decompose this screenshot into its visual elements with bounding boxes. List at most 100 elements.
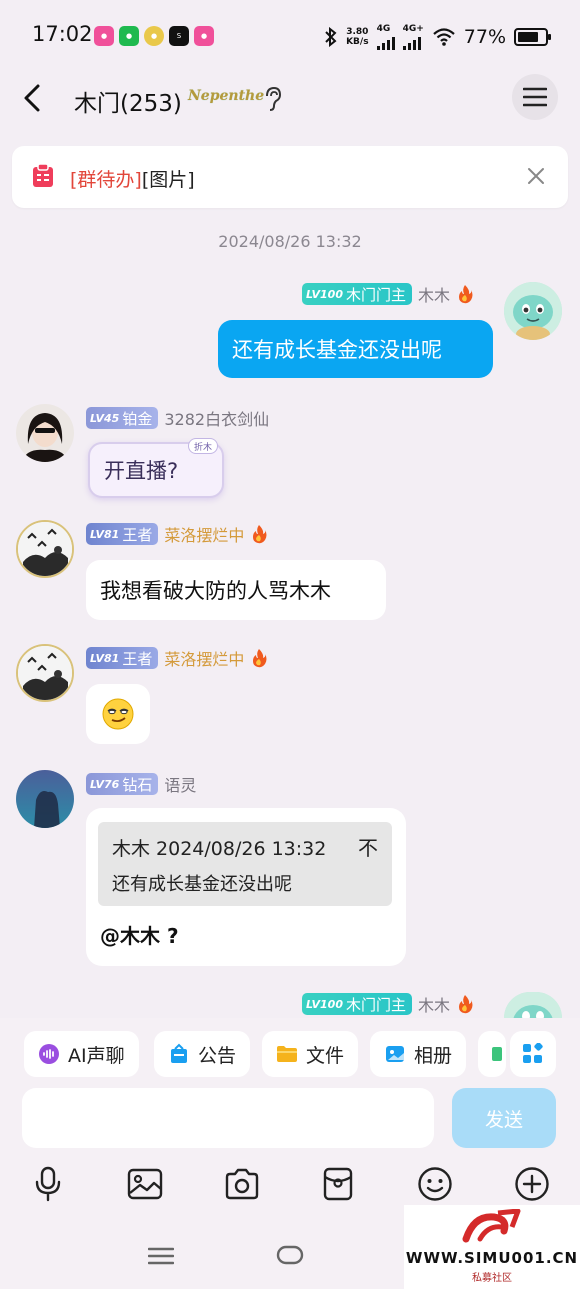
level-badge: LV100 木门门主 (302, 283, 412, 305)
sender-row: LV100 木门门主 木木 (302, 992, 474, 1016)
signal-2: 4G+ (402, 24, 424, 50)
menu-button[interactable] (512, 74, 558, 120)
level-badge: LV81 王者 (86, 523, 159, 545)
shortcut-icon (492, 1047, 502, 1061)
wifi-icon (433, 28, 455, 46)
shortcut-label: 相册 (414, 1044, 453, 1067)
red-packet-button[interactable] (318, 1164, 358, 1204)
sender-row: LV81 王者 菜洛摆烂中 (86, 646, 268, 670)
camera-button[interactable] (222, 1164, 262, 1204)
ear-icon[interactable] (263, 86, 283, 112)
fire-icon (253, 525, 267, 544)
app-notification-icon: ● (144, 26, 164, 46)
sender-name: 菜洛摆烂中 (164, 526, 245, 545)
sender-name: 菜洛摆烂中 (164, 650, 245, 669)
soul-icon: S (169, 26, 189, 46)
quote-reply-bubble[interactable]: 木木 2024/08/26 13:32 不 还有成长基金还没出呢 @木木 ? (86, 808, 406, 966)
nav-menu-icon (147, 1247, 175, 1265)
plus-button[interactable] (512, 1164, 552, 1204)
wechat-icon: ● (119, 26, 139, 46)
more-apps-button[interactable] (510, 1031, 556, 1077)
nav-menu-button[interactable] (147, 1247, 175, 1265)
todo-content: [图片] (141, 169, 195, 191)
battery-percent: 77% (463, 26, 506, 48)
avatar[interactable] (16, 644, 74, 702)
sender-row: LV100 木门门主 木木 (302, 282, 474, 306)
level-badge: LV100 木门门主 (302, 993, 412, 1015)
status-indicators: 3.80 KB/s 4G 4G+ 77% (324, 24, 551, 50)
shortcut-partial[interactable] (478, 1031, 506, 1077)
voice-button[interactable] (28, 1164, 68, 1204)
sender-name: 木木 (418, 996, 451, 1015)
sender-name: 语灵 (164, 776, 197, 795)
plus-circle-icon (515, 1167, 549, 1201)
status-bar: 17:02 ● ● ● S ● 3.80 KB/s 4G 4G+ 77% (0, 0, 580, 72)
announcement-icon (171, 1043, 187, 1063)
close-button[interactable] (524, 164, 548, 188)
clipboard-icon (32, 163, 54, 188)
album-icon (386, 1046, 404, 1062)
todo-text: [群待办][图片] (70, 165, 195, 192)
shortcut-files[interactable]: 文件 (262, 1031, 359, 1077)
watermark-url: WWW.SIMU001.CN (405, 1249, 579, 1267)
sender-row: LV45 铂金 3282白衣剑仙 (86, 406, 269, 430)
shortcut-album[interactable]: 相册 (370, 1031, 467, 1077)
avatar[interactable] (504, 282, 562, 340)
shortcut-announcement[interactable]: 公告 (154, 1031, 251, 1077)
avatar[interactable] (504, 992, 562, 1018)
avatar[interactable] (16, 770, 74, 828)
battery-icon (514, 28, 551, 46)
watermark-logo-icon (462, 1209, 521, 1243)
message-bubble[interactable] (86, 684, 150, 744)
grid-apps-icon (523, 1043, 543, 1063)
message-bubble[interactable]: 我想看破大防的人骂木木 (86, 560, 386, 620)
shortcut-label: AI声聊 (68, 1044, 125, 1067)
sender-row: LV81 王者 菜洛摆烂中 (86, 522, 268, 546)
signal-bars-icon (376, 34, 395, 50)
level-badge: LV45 铂金 (86, 407, 159, 429)
level-badge: LV81 王者 (86, 647, 159, 669)
fire-icon (459, 995, 473, 1014)
smirk-emoji-icon (102, 698, 134, 730)
page-title[interactable]: 木门(253) (74, 84, 182, 118)
red-packet-icon (323, 1167, 353, 1201)
message-timestamp: 2024/08/26 13:32 (218, 232, 362, 251)
avatar[interactable] (16, 520, 74, 578)
level-badge: LV76 钻石 (86, 773, 159, 795)
watermark-sub: 私募社区 (472, 1273, 512, 1284)
quote-mark: 不 (358, 836, 378, 860)
avatar[interactable] (16, 404, 74, 462)
sender-name: 木木 (418, 286, 451, 305)
network-speed: 3.80 KB/s (346, 27, 369, 47)
emoji-button[interactable] (415, 1164, 455, 1204)
signal-1: 4G (376, 24, 395, 50)
image-button[interactable] (125, 1164, 165, 1204)
ai-voice-icon (39, 1044, 59, 1064)
todo-tag: [群待办] (70, 169, 142, 191)
reply-text: @木木 ? (100, 924, 179, 948)
quote-text: 还有成长基金还没出呢 (112, 874, 292, 895)
signal-bars-icon (402, 34, 421, 50)
quote-header: 木木 2024/08/26 13:32 (112, 838, 327, 860)
shortcut-label: 公告 (198, 1044, 237, 1067)
message-input[interactable] (22, 1088, 434, 1148)
watermark: WWW.SIMU001.CN 私募社区 (404, 1205, 580, 1289)
send-button[interactable]: 发送 (452, 1088, 556, 1148)
app-notification-icon: ● (194, 26, 214, 46)
sender-name: 3282白衣剑仙 (164, 410, 270, 429)
nav-home-icon (276, 1245, 304, 1265)
status-time: 17:02 (32, 22, 93, 46)
folder-icon (277, 1046, 297, 1062)
message-bubble[interactable]: 开直播? 折木 (88, 438, 224, 498)
group-badge: Nepenthe (188, 88, 265, 104)
back-button[interactable] (16, 80, 52, 116)
microphone-icon (35, 1166, 61, 1202)
camera-icon (225, 1168, 259, 1200)
quoted-message[interactable]: 木木 2024/08/26 13:32 不 还有成长基金还没出呢 (98, 822, 392, 906)
shortcut-ai-voice[interactable]: AI声聊 (24, 1031, 139, 1077)
bubble-decoration-tag: 折木 (187, 438, 218, 454)
message-bubble[interactable]: 还有成长基金还没出呢 (218, 320, 493, 378)
shortcut-label: 文件 (306, 1044, 345, 1067)
nav-home-button[interactable] (276, 1244, 304, 1266)
group-todo-banner[interactable]: [群待办][图片] (12, 146, 568, 208)
